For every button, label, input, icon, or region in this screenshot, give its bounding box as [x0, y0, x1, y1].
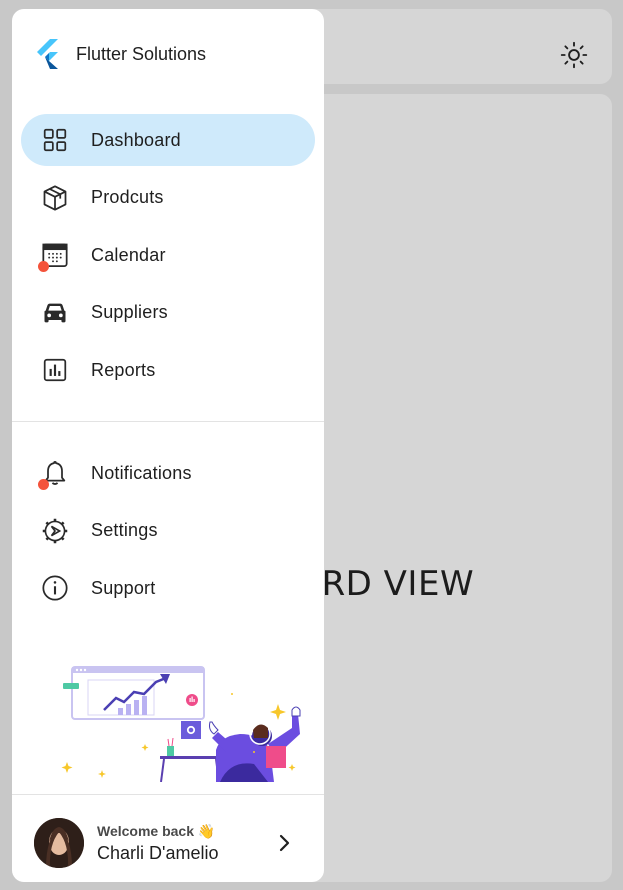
info-icon: [41, 574, 69, 602]
flutter-logo-icon: [37, 39, 58, 69]
nav-label-suppliers: Suppliers: [91, 302, 168, 322]
nav-item-notifications[interactable]: Notifications: [21, 447, 315, 499]
grid-icon: [41, 126, 69, 154]
calendar-badge-dot: [38, 261, 49, 272]
theme-toggle-button[interactable]: [558, 39, 590, 71]
nav-label-reports: Reports: [91, 359, 156, 380]
bell-icon: [38, 459, 69, 490]
bar-chart-icon: [41, 356, 69, 384]
dashboard-illustration: [61, 666, 301, 782]
brand-name: Flutter Solutions: [76, 43, 207, 64]
user-profile-card[interactable]: Welcome back 👋 Charli D'amelio: [34, 817, 304, 869]
nav-item-suppliers[interactable]: Suppliers: [21, 287, 315, 339]
navigation-drawer: Flutter Solutions Dashboard Prodcuts Cal…: [12, 9, 324, 882]
divider: [12, 794, 324, 795]
car-icon: [41, 299, 69, 327]
divider: [12, 421, 324, 422]
notifications-badge-dot: [38, 479, 49, 490]
box-icon: [41, 184, 69, 212]
nav-label-settings: Settings: [91, 520, 158, 540]
nav-item-support[interactable]: Support: [21, 562, 315, 614]
nav-item-reports[interactable]: Reports: [21, 344, 315, 396]
brand[interactable]: Flutter Solutions: [36, 39, 206, 69]
nav-label-notifications: Notifications: [91, 462, 192, 483]
chevron-right-icon: [279, 834, 290, 852]
nav-label-support: Support: [91, 577, 156, 598]
calendar-icon: [38, 241, 69, 272]
nav-item-settings[interactable]: Settings: [21, 505, 315, 557]
secondary-nav: Notifications Settings Support: [21, 447, 315, 620]
welcome-text: Welcome back 👋: [97, 822, 216, 839]
nav-label-calendar: Calendar: [91, 244, 166, 265]
primary-nav: Dashboard Prodcuts Calendar Suppliers Re…: [21, 114, 315, 402]
nav-item-calendar[interactable]: Calendar: [21, 229, 315, 281]
nav-label-dashboard: Dashboard: [91, 129, 181, 150]
gear-icon: [41, 517, 69, 545]
sun-icon: [560, 41, 588, 69]
nav-item-dashboard[interactable]: Dashboard: [21, 114, 315, 166]
user-name: Charli D'amelio: [97, 842, 219, 863]
avatar: [34, 818, 84, 868]
nav-item-products[interactable]: Prodcuts: [21, 172, 315, 224]
nav-label-products: Prodcuts: [91, 187, 164, 207]
